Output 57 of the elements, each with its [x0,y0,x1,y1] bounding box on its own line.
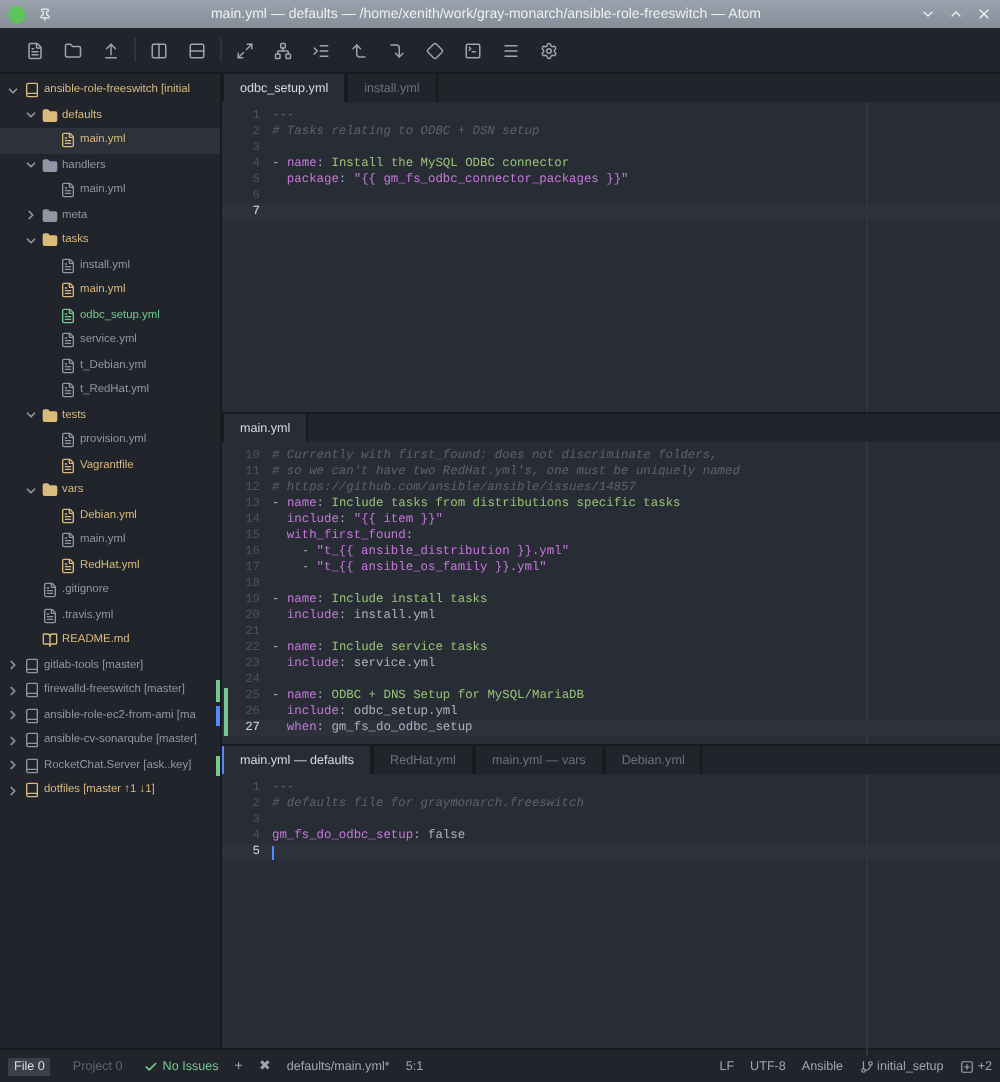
minimize-icon[interactable] [920,6,936,22]
chevron-right-icon[interactable] [6,683,20,698]
text-cursor [272,845,274,859]
chevron-down-icon[interactable] [24,158,38,173]
columns-icon [150,41,168,59]
close-icon[interactable] [976,6,992,22]
tree-icon [274,41,292,59]
book-icon [24,82,40,99]
app-logo [8,5,26,23]
chevron-right-icon[interactable] [6,733,20,748]
file-icon [60,382,76,399]
file-icon [42,582,58,599]
file-icon [26,41,44,59]
menu-icon [502,41,520,59]
maximize-icon[interactable] [948,6,964,22]
file-icon [60,132,76,149]
chevron-right-icon[interactable] [6,783,20,798]
chevron-right-icon[interactable] [6,758,20,773]
terminal-icon [464,41,482,59]
branch-icon [859,1059,874,1073]
file-icon [60,432,76,449]
folder-icon [42,207,58,224]
chevron-right-icon[interactable] [6,708,20,723]
arrow-down-icon [388,41,406,59]
file-icon [60,332,76,349]
folder-icon [64,41,82,59]
diamond-icon [426,41,444,59]
file-icon [60,182,76,199]
file-icon [60,357,76,374]
file-icon [60,532,76,549]
chevron-right-icon[interactable] [24,208,38,223]
file-icon [60,557,76,574]
chevron-down-icon[interactable] [24,108,38,123]
chevron-down-icon[interactable] [24,233,38,248]
folder-icon [42,107,58,124]
file-icon [60,307,76,324]
file-icon [60,257,76,274]
file-icon [60,507,76,524]
chevron-down-icon[interactable] [24,483,38,498]
file-icon [42,607,58,624]
file-icon [60,282,76,299]
check-icon [144,1059,159,1073]
expand-icon [236,41,254,59]
settings-icon [540,41,558,59]
chevron-down-icon[interactable] [6,83,20,98]
chevron-down-icon[interactable] [24,408,38,423]
folder-icon [42,157,58,174]
folder-icon [42,482,58,499]
arrow-up-icon [350,41,368,59]
folder-icon [42,232,58,249]
chevron-right-icon[interactable] [6,658,20,673]
file-icon [60,457,76,474]
book-icon [42,632,58,649]
upload-icon [102,41,120,59]
folder-icon [42,407,58,424]
rows-icon [188,41,206,59]
indent-icon [312,41,330,59]
